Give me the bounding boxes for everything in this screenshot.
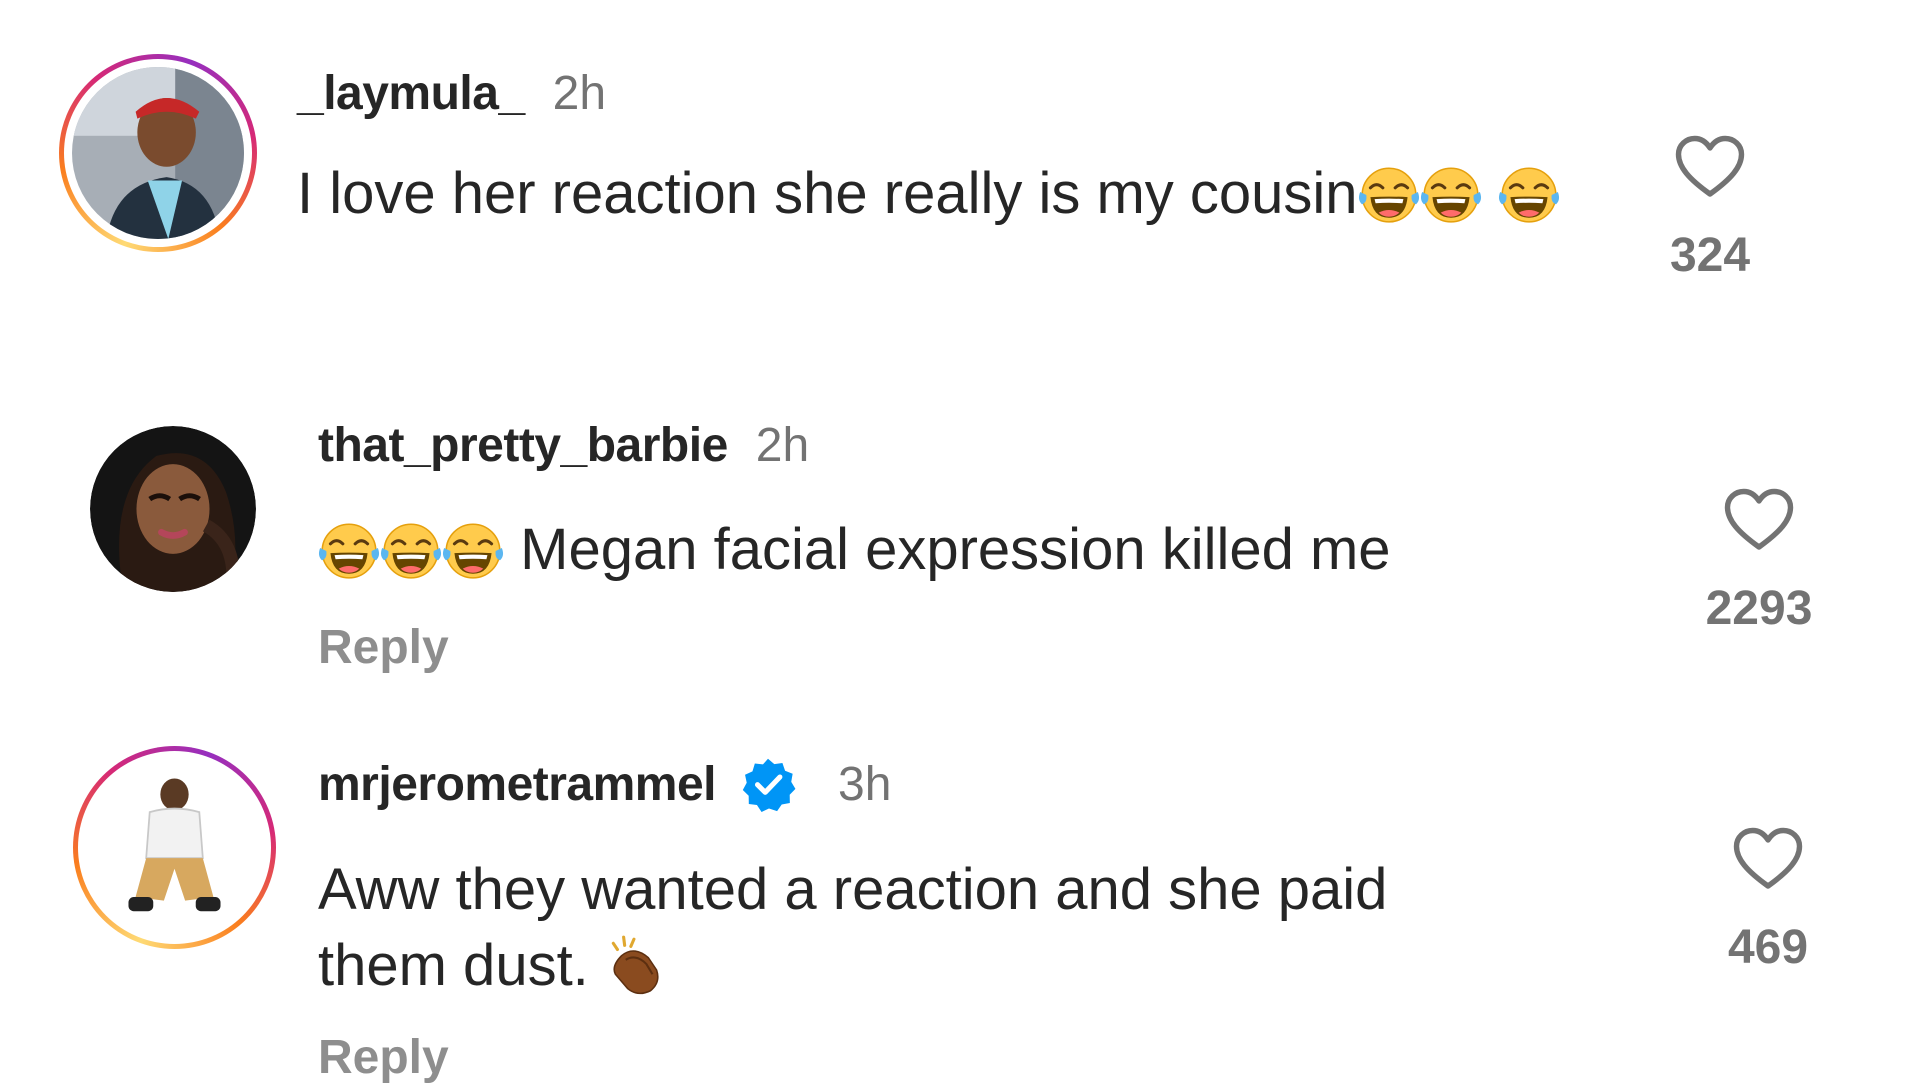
comment-body: Aww they wanted a reaction and she paid … [318, 852, 1648, 1004]
comment-username[interactable]: mrjerometrammel [318, 757, 717, 812]
comment-text: Megan facial expression killed me [520, 517, 1391, 582]
avatar[interactable] [90, 426, 256, 592]
comment-text: I love her reaction she really is my cou… [297, 161, 1358, 226]
like-count: 469 [1727, 921, 1809, 974]
like-group: 2293 [1689, 487, 1829, 636]
avatar-photo [86, 759, 263, 936]
avatar-photo [72, 67, 244, 239]
comment-time: 2h [755, 419, 810, 472]
heart-icon[interactable] [1723, 487, 1795, 553]
like-count: 2293 [1705, 582, 1813, 635]
avatar[interactable] [59, 54, 257, 252]
like-count: 324 [1669, 229, 1751, 282]
heart-icon[interactable] [1674, 134, 1746, 200]
comment-username[interactable]: _laymula_ [297, 66, 525, 121]
reply-button[interactable]: Reply [318, 1030, 449, 1085]
comment-text: them dust. [318, 933, 589, 998]
comment-username[interactable]: that_pretty_barbie [318, 418, 728, 473]
face-with-tears-of-joy-icon [1496, 161, 1562, 227]
avatar[interactable] [73, 746, 276, 949]
comment-time: 3h [838, 757, 892, 811]
clapping-hands-icon [603, 933, 669, 999]
face-with-tears-of-joy-icon [1418, 161, 1484, 227]
reply-button[interactable]: Reply [318, 620, 449, 675]
face-with-tears-of-joy-icon [440, 517, 506, 583]
face-with-tears-of-joy-icon [378, 517, 444, 583]
avatar-photo [90, 426, 256, 592]
comment-body: I love her reaction she really is my cou… [297, 156, 1627, 232]
verified-badge-icon [740, 756, 796, 812]
face-with-tears-of-joy-icon [316, 517, 382, 583]
face-with-tears-of-joy-icon [1356, 161, 1422, 227]
comment-time: 2h [552, 67, 607, 120]
like-group: 324 [1640, 134, 1780, 283]
like-group: 469 [1698, 826, 1838, 975]
comment-body: Megan facial expression killed me [318, 512, 1648, 588]
heart-icon[interactable] [1732, 826, 1804, 892]
comment-text: Aww they wanted a reaction and she paid [318, 857, 1388, 922]
